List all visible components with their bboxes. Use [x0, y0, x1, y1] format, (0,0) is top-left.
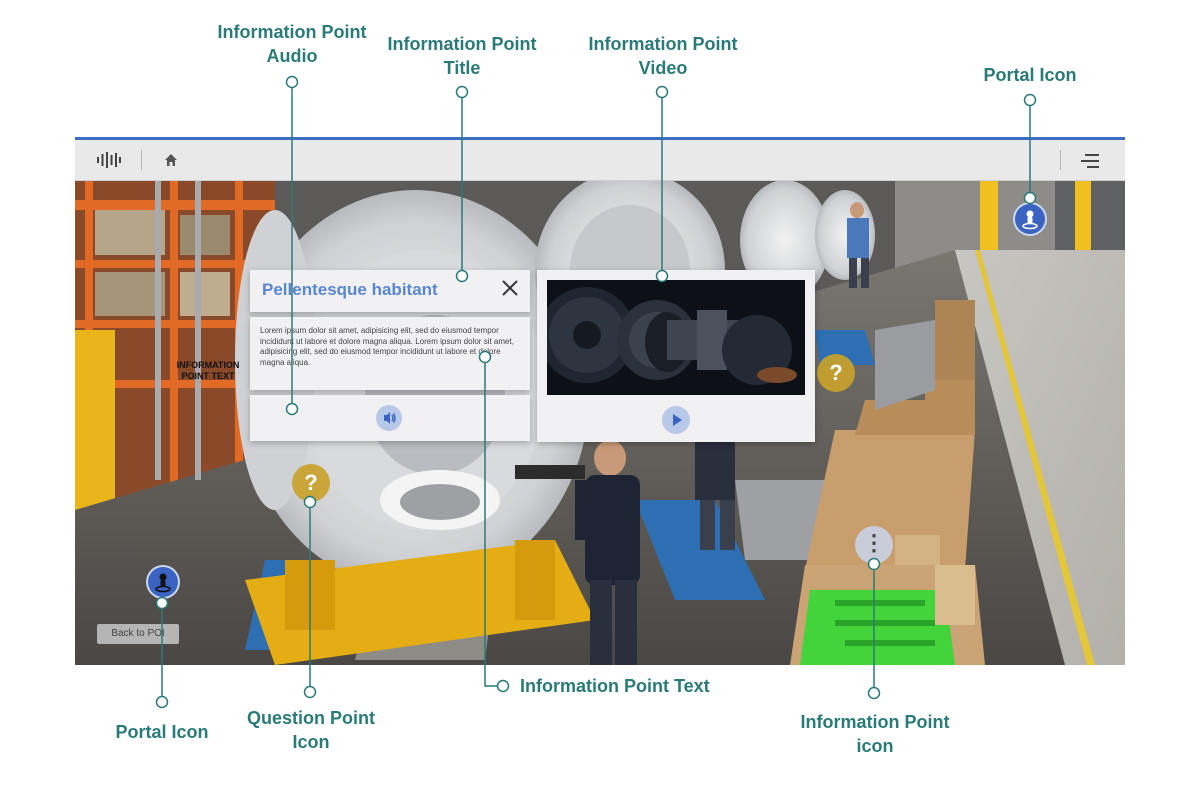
- scene-info-label: INFORMATION POINT TEXT: [170, 360, 246, 382]
- callout-info-point-icon: Information Point icon: [790, 710, 960, 758]
- audio-play-button[interactable]: [376, 405, 402, 431]
- callout-line-2: Title: [443, 58, 481, 78]
- person-pin-icon: [1022, 210, 1038, 230]
- info-point-text-panel: Lorem ipsum dolor sit amet, adipisicing …: [250, 317, 530, 390]
- info-point-title-panel: Pellentesque habitant: [250, 270, 530, 312]
- callout-info-point-text: Information Point Text: [520, 674, 725, 698]
- scene-info-label-line: INFORMATION: [176, 360, 240, 370]
- callout-line-1: Information Point: [217, 22, 367, 42]
- info-point-video-panel: [537, 270, 815, 442]
- toolbar-divider: [141, 150, 142, 170]
- callout-portal-icon-top: Portal Icon: [970, 63, 1090, 87]
- callout-line-2: Video: [638, 58, 688, 78]
- info-point-audio-panel: [250, 395, 530, 441]
- question-point-hotspot[interactable]: ?: [817, 354, 855, 392]
- info-point-hotspot[interactable]: ⋮: [855, 526, 893, 564]
- callout-line-2: Audio: [266, 46, 318, 66]
- callout-line-1: Portal Icon: [983, 65, 1077, 85]
- scene-info-label-line: POINT TEXT: [181, 371, 235, 381]
- callout-line-2: icon: [856, 736, 894, 756]
- soundwave-logo-icon[interactable]: [97, 152, 121, 168]
- callout-line-1: Information Point: [387, 34, 537, 54]
- hamburger-menu-icon[interactable]: [1079, 151, 1103, 171]
- callout-line-1: Question Point: [247, 708, 375, 728]
- callout-line-1: Information Point: [800, 712, 950, 732]
- toolbar-divider: [1060, 150, 1061, 170]
- home-icon[interactable]: [163, 152, 179, 168]
- callout-info-point-audio: Information Point Audio: [208, 20, 376, 68]
- callout-question-point-icon: Question Point Icon: [236, 706, 386, 754]
- close-icon[interactable]: [500, 278, 520, 298]
- video-player[interactable]: [547, 280, 805, 395]
- portal-hotspot-bottom[interactable]: [146, 565, 180, 599]
- video-thumbnail: [547, 280, 805, 395]
- person-pin-icon: [155, 573, 171, 593]
- callout-line-2: Icon: [292, 732, 330, 752]
- play-icon: [673, 414, 682, 426]
- back-to-poi-button[interactable]: Back to POI: [97, 624, 179, 644]
- callout-info-point-title: Information Point Title: [378, 32, 546, 80]
- info-point-title: Pellentesque habitant: [262, 280, 438, 299]
- question-point-hotspot[interactable]: ?: [292, 464, 330, 502]
- video-play-button[interactable]: [662, 406, 690, 434]
- info-point-body-text: Lorem ipsum dolor sit amet, adipisicing …: [260, 326, 514, 367]
- callout-line-1: Information Point Text: [520, 676, 710, 696]
- callout-line-1: Portal Icon: [115, 722, 209, 742]
- speaker-icon: [384, 412, 396, 424]
- app-window: ? ? ⋮ INFORMATION POINT TEXT Back to POI…: [75, 137, 1125, 665]
- toolbar: [75, 140, 1125, 181]
- callout-line-1: Information Point: [588, 34, 738, 54]
- portal-hotspot-top[interactable]: [1013, 202, 1047, 236]
- panorama-scene[interactable]: ? ? ⋮ INFORMATION POINT TEXT Back to POI…: [75, 180, 1125, 665]
- callout-portal-icon-bottom: Portal Icon: [102, 720, 222, 744]
- callout-info-point-video: Information Point Video: [579, 32, 747, 80]
